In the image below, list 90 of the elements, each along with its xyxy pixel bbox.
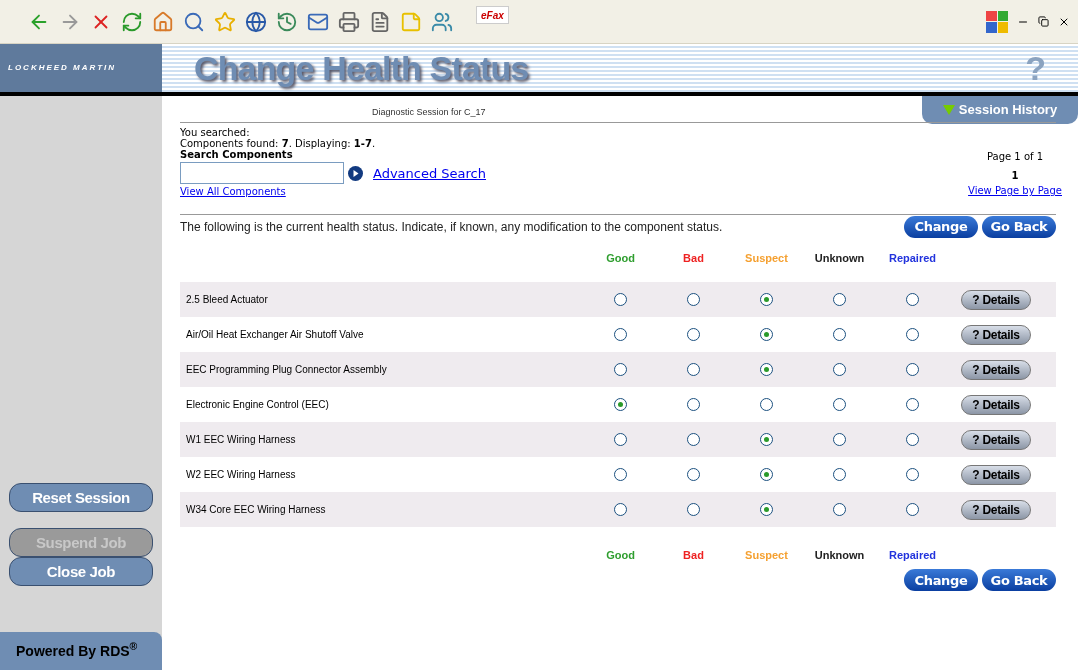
search-heading: Search Components [180, 149, 294, 160]
details-button[interactable]: ? Details [961, 324, 1031, 345]
status-radio[interactable] [906, 468, 919, 481]
status-radio[interactable] [833, 468, 846, 481]
status-radio[interactable] [614, 363, 627, 376]
status-radio[interactable] [614, 433, 627, 446]
triangle-icon [942, 105, 955, 115]
component-name: EEC Programming Plug Connector Assembly [185, 363, 388, 377]
status-column-label: Good [605, 547, 636, 563]
status-radio[interactable] [687, 363, 700, 376]
status-radio[interactable] [760, 468, 773, 481]
component-name: 2.5 Bleed Actuator [185, 293, 269, 307]
status-radio[interactable] [760, 503, 773, 516]
status-radio[interactable] [906, 398, 919, 411]
status-radio[interactable] [833, 328, 846, 341]
action-button[interactable]: Change [904, 215, 978, 238]
status-column-label: Bad [682, 547, 705, 563]
home-icon[interactable] [152, 10, 174, 33]
page-by-page-link[interactable]: View Page by Page [968, 183, 1062, 198]
details-button[interactable]: ? Details [961, 359, 1031, 380]
components-found-text: Components found: 7. Displaying: 1-7. [180, 138, 377, 149]
component-name: Air/Oil Heat Exchanger Air Shutoff Valve [185, 328, 365, 342]
status-column-label: Suspect [744, 547, 789, 563]
details-button[interactable]: ? Details [961, 464, 1031, 485]
windows-logo-icon [986, 10, 1008, 33]
status-radio[interactable] [614, 503, 627, 516]
details-button[interactable]: ? Details [961, 499, 1031, 520]
status-radio[interactable] [687, 398, 700, 411]
page-count-label: Page 1 of 1 [986, 150, 1044, 164]
search-field[interactable] [180, 162, 344, 184]
status-radio[interactable] [906, 433, 919, 446]
restore-icon[interactable] [1038, 16, 1049, 27]
component-name: Electronic Engine Control (EEC) [185, 398, 330, 412]
status-radio[interactable] [833, 398, 846, 411]
status-column-label: Unknown [813, 547, 866, 563]
status-radio[interactable] [833, 433, 846, 446]
component-name: W2 EEC Wiring Harness [185, 468, 297, 482]
status-column-label: Repaired [887, 547, 938, 563]
powered-by-label: Powered By RDS$^{®}$ [16, 640, 138, 661]
status-column-label: Bad [682, 250, 705, 266]
status-radio[interactable] [833, 503, 846, 516]
globe-icon[interactable] [245, 10, 267, 33]
status-column-label: Repaired [887, 250, 938, 266]
status-radio[interactable] [687, 328, 700, 341]
page-title: Change Health Status [194, 47, 529, 89]
printer-icon[interactable] [338, 10, 360, 33]
searched-label: You searched: [180, 127, 251, 138]
status-radio[interactable] [760, 363, 773, 376]
status-radio[interactable] [760, 293, 773, 306]
status-radio[interactable] [760, 328, 773, 341]
instruction-text: The following is the current health status. Indicate, if known, any modification to the component status. [180, 218, 723, 236]
status-radio[interactable] [906, 363, 919, 376]
status-radio[interactable] [906, 293, 919, 306]
status-radio[interactable] [614, 468, 627, 481]
people-icon[interactable] [431, 10, 453, 33]
page-number[interactable]: 1 [1011, 168, 1019, 183]
efax-button[interactable]: eFax [476, 6, 509, 24]
status-radio[interactable] [687, 468, 700, 481]
status-column-label: Unknown [813, 250, 866, 266]
status-radio[interactable] [687, 433, 700, 446]
brand-logo: LOCKHEED MARTIN [8, 62, 117, 74]
advanced-search-link[interactable]: Advanced Search [373, 167, 486, 179]
details-button[interactable]: ? Details [961, 289, 1031, 310]
status-column-label: Good [605, 250, 636, 266]
status-radio[interactable] [687, 293, 700, 306]
status-radio[interactable] [906, 503, 919, 516]
status-radio[interactable] [760, 398, 773, 411]
status-radio[interactable] [614, 293, 627, 306]
status-radio[interactable] [687, 503, 700, 516]
document-icon[interactable] [369, 10, 391, 33]
action-button[interactable]: Change [904, 569, 978, 591]
status-radio[interactable] [760, 433, 773, 446]
refresh-icon[interactable] [121, 10, 143, 33]
component-name: W34 Core EEC Wiring Harness [185, 503, 327, 517]
status-radio[interactable] [833, 293, 846, 306]
status-radio[interactable] [906, 328, 919, 341]
star-icon[interactable] [214, 10, 236, 33]
view-all-link[interactable]: View All Components [180, 186, 486, 197]
action-button[interactable]: Go Back [982, 569, 1056, 591]
status-radio[interactable] [614, 398, 627, 411]
search-icon[interactable] [183, 10, 205, 33]
status-radio[interactable] [614, 328, 627, 341]
details-button[interactable]: ? Details [961, 429, 1031, 450]
action-button[interactable]: Go Back [982, 215, 1056, 238]
history-icon[interactable] [276, 10, 298, 33]
component-name: W1 EEC Wiring Harness [185, 433, 297, 447]
status-column-label: Suspect [744, 250, 789, 266]
session-label: Diagnostic Session for C_17 [372, 106, 486, 119]
details-button[interactable]: ? Details [961, 394, 1031, 415]
status-radio[interactable] [833, 363, 846, 376]
